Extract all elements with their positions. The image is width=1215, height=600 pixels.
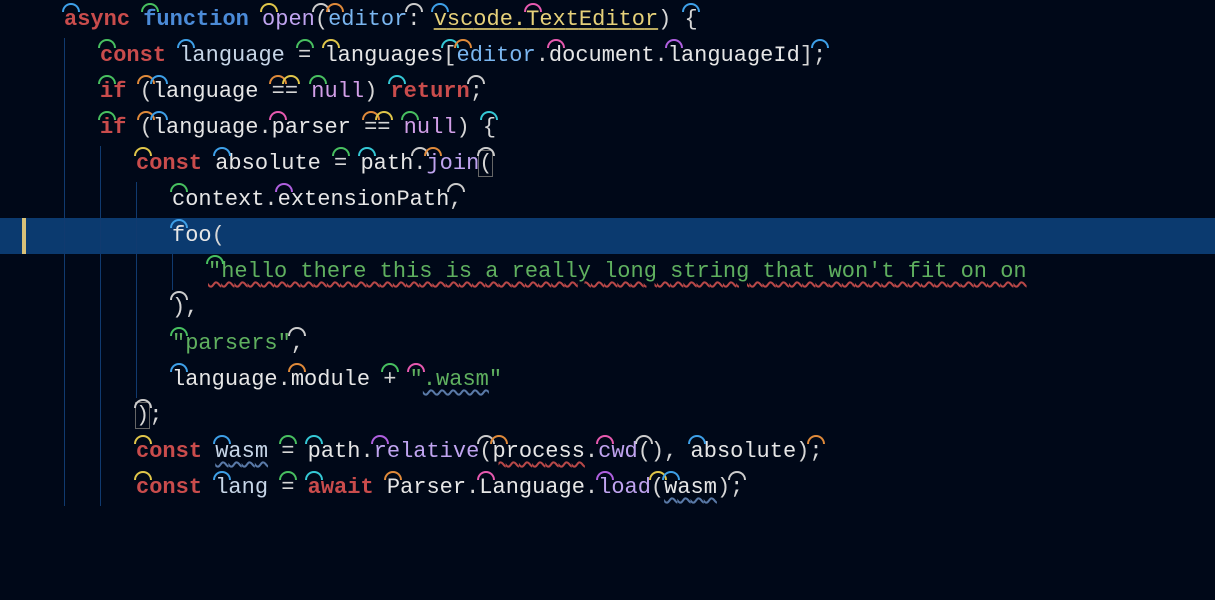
code-token: ( [212,223,225,248]
code-editor[interactable]: async function open(editor: vscode.TextE… [0,0,1215,506]
code-token: ) [456,115,469,140]
code-line[interactable]: if (language == null) return; [0,74,1215,110]
code-token: , [664,439,677,464]
code-line[interactable]: const absolute = path.join( [0,146,1215,182]
code-token: .wasm [423,367,489,392]
code-line[interactable]: ), [0,290,1215,326]
code-line[interactable]: const language = languages[editor.docume… [0,38,1215,74]
code-line[interactable]: "hello there this is a really long strin… [0,254,1215,290]
code-line[interactable]: const lang = await Parser.Language.load(… [0,470,1215,506]
code-line[interactable]: const wasm = path.relative(process.cwd()… [0,434,1215,470]
code-line[interactable]: async function open(editor: vscode.TextE… [0,2,1215,38]
code-line[interactable]: foo( [0,218,1215,254]
code-token: ) [658,7,671,32]
code-line[interactable]: context.extensionPath, [0,182,1215,218]
code-line[interactable]: language.module + ".wasm" [0,362,1215,398]
code-line[interactable]: if (language.parser == null) { [0,110,1215,146]
code-token: " [489,367,502,392]
code-line[interactable]: ); [0,398,1215,434]
code-token: ) [364,79,377,104]
code-line[interactable]: "parsers", [0,326,1215,362]
